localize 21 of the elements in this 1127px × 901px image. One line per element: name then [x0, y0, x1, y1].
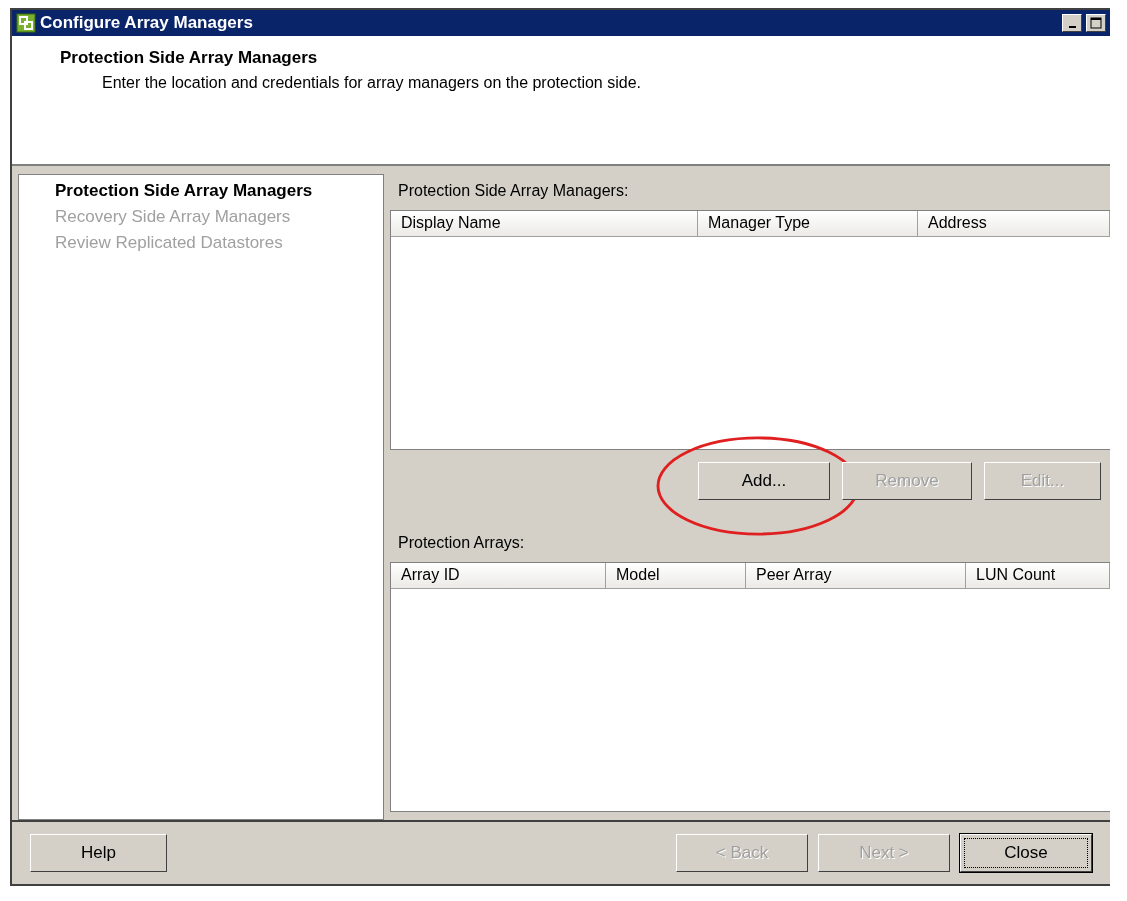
minimize-icon	[1068, 26, 1076, 28]
minimize-button[interactable]	[1062, 14, 1082, 32]
wizard-step[interactable]: Protection Side Array Managers	[55, 181, 383, 201]
column-header[interactable]: Peer Array	[746, 563, 966, 589]
nav-button[interactable]: Close	[960, 834, 1092, 872]
maximize-button[interactable]	[1086, 14, 1106, 32]
column-header[interactable]: Array ID	[391, 563, 606, 589]
action-button[interactable]: Add...	[698, 462, 830, 500]
column-header[interactable]: Manager Type	[698, 211, 918, 237]
table-label: Protection Side Array Managers:	[397, 181, 630, 201]
help-button[interactable]: Help	[30, 834, 167, 872]
column-header[interactable]: Address	[918, 211, 1110, 237]
maximize-icon	[1090, 17, 1102, 29]
column-header[interactable]: Model	[606, 563, 746, 589]
column-header[interactable]: LUN Count	[966, 563, 1110, 589]
app-icon	[16, 13, 36, 33]
column-header[interactable]: Display Name	[391, 211, 698, 237]
window-title: Configure Array Managers	[40, 13, 254, 33]
page-title: Protection Side Array Managers	[60, 48, 319, 68]
page-description: Enter the location and credentials for array managers on the protection side.	[102, 74, 642, 92]
table-label: Protection Arrays:	[397, 533, 526, 553]
